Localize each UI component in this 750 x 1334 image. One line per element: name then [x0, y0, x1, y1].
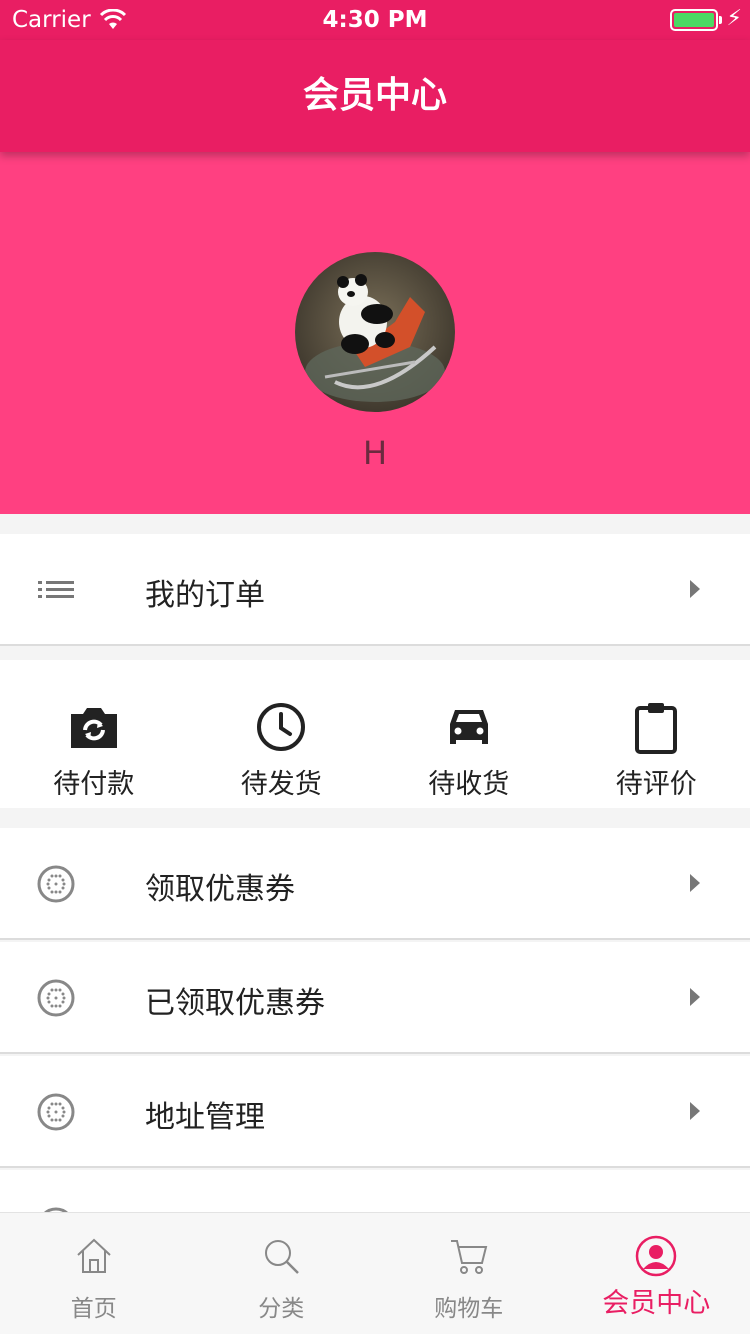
status-pending-review-label: 待评价 [615, 769, 697, 800]
menu-label-claim-coupons: 领取优惠券 [145, 872, 295, 907]
my-orders-label: 我的订单 [145, 578, 265, 613]
battery-tip [719, 16, 722, 24]
menu-row-claim-coupons[interactable]: 领取优惠券 [0, 828, 750, 940]
dial-icon [37, 865, 75, 903]
status-pending-shipment[interactable]: 待发货 [188, 660, 376, 808]
search-icon [265, 1240, 300, 1274]
menu-row-address-management[interactable]: 地址管理 [0, 1056, 750, 1168]
chevron-right-icon [690, 988, 700, 1006]
dial-icon [37, 979, 75, 1017]
tab-member-center-label: 会员中心 [602, 1288, 711, 1319]
status-pending-receipt-label: 待收货 [428, 769, 510, 800]
tab-home[interactable]: 首页 [0, 1213, 188, 1334]
camera-refresh-icon [70, 708, 117, 748]
tab-home-label: 首页 [70, 1296, 117, 1322]
menu-label-claimed-coupons: 已领取优惠券 [145, 986, 325, 1021]
username: H [362, 434, 388, 472]
list-icon [38, 581, 74, 598]
status-pending-receipt[interactable]: 待收货 [375, 660, 563, 808]
status-pending-shipment-label: 待发货 [240, 769, 322, 800]
car-icon [449, 710, 488, 744]
avatar[interactable] [295, 252, 455, 412]
cart-icon [450, 1240, 488, 1274]
status-time: 4:30 PM [322, 7, 428, 33]
status-pending-payment-label: 待付款 [53, 769, 135, 800]
order-status-bar: 待付款 待发货 待收货 待评价 [0, 660, 750, 808]
home-icon [77, 1238, 111, 1273]
status-bar: Carrier 4:30 PM ⚡ [0, 0, 750, 40]
chevron-right-icon [690, 1102, 700, 1120]
charging-icon: ⚡ [726, 6, 742, 31]
chevron-right-icon [690, 874, 700, 892]
status-pending-review[interactable]: 待评价 [563, 660, 750, 808]
menu-label-address-management: 地址管理 [145, 1100, 265, 1135]
avatar-image [295, 252, 455, 412]
my-orders-row[interactable]: 我的订单 [0, 534, 750, 646]
nav-bar: 会员中心 [0, 40, 750, 152]
profile-header: H [0, 152, 750, 514]
bottom-tab-bar: 首页 分类 购物车 会员中心 [0, 1212, 750, 1334]
menu-row-claimed-coupons[interactable]: 已领取优惠券 [0, 942, 750, 1054]
tab-cart[interactable]: 购物车 [375, 1213, 563, 1334]
clipboard-icon [635, 703, 678, 754]
tab-category-label: 分类 [258, 1296, 305, 1322]
tab-cart-label: 购物车 [434, 1296, 504, 1322]
clock-icon [257, 703, 306, 751]
page-title: 会员中心 [302, 75, 447, 116]
status-pending-payment[interactable]: 待付款 [0, 660, 188, 808]
tab-member-center[interactable]: 会员中心 [563, 1213, 750, 1334]
battery-icon [670, 9, 718, 31]
user-icon [636, 1235, 677, 1277]
chevron-right-icon [690, 580, 700, 598]
dial-icon [37, 1093, 75, 1131]
tab-category[interactable]: 分类 [188, 1213, 376, 1334]
